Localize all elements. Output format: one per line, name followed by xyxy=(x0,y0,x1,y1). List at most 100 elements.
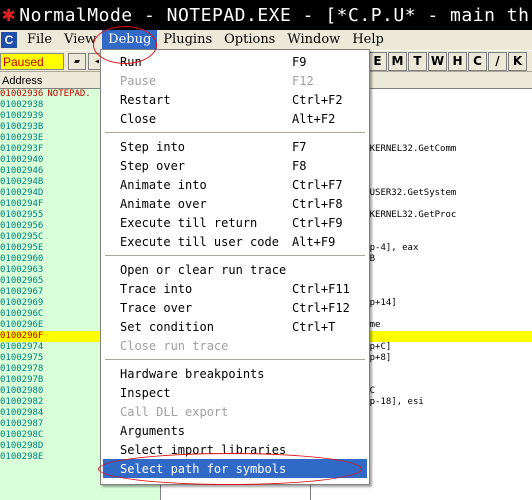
menu-item-step-into[interactable]: Step into F7 xyxy=(103,137,367,156)
menu-item-shortcut: Ctrl+F12 xyxy=(292,300,350,315)
open-file-icon[interactable]: ▰ xyxy=(68,53,86,70)
menu-item-label: Close xyxy=(120,111,157,126)
menu-item-label: Trace over xyxy=(120,300,193,315)
red-annotation-circle-debug xyxy=(93,26,157,64)
cpu-window-icon[interactable]: C xyxy=(1,32,17,48)
menu-item-restart[interactable]: Restart Ctrl+F2 xyxy=(103,90,367,109)
address-text: 01002955 xyxy=(0,210,44,220)
menu-item-arguments[interactable]: Arguments xyxy=(103,421,367,440)
ollydbg-app-icon[interactable]: ✱ xyxy=(2,4,15,26)
menu-item-label: Trace into xyxy=(120,281,193,296)
window-button-slash[interactable]: / xyxy=(488,52,507,71)
menu-file[interactable]: File xyxy=(21,30,58,50)
address-text: 01002960 xyxy=(0,254,44,264)
window-button-m[interactable]: M xyxy=(388,52,407,71)
address-text: 01002987 xyxy=(0,419,44,429)
menu-item-label: Call DLL export xyxy=(120,404,229,419)
address-text: 0100298D xyxy=(0,441,44,451)
menu-item-shortcut: Ctrl+T xyxy=(292,319,336,334)
menu-separator xyxy=(105,359,365,360)
address-text: 0100296C xyxy=(0,309,44,319)
menu-item-execute-till-return[interactable]: Execute till return Ctrl+F9 xyxy=(103,213,367,232)
address-text: 01002982 xyxy=(0,397,44,407)
menu-item-hardware-breakpoints[interactable]: Hardware breakpoints xyxy=(103,364,367,383)
address-text: 01002967 xyxy=(0,287,44,297)
menu-separator xyxy=(105,132,365,133)
menu-item-inspect[interactable]: Inspect xyxy=(103,383,367,402)
window-title: NormalMode - NOTEPAD.EXE - [*C.P.U* - ma… xyxy=(19,4,532,26)
address-text: 01002978 xyxy=(0,364,44,374)
menu-item-label: Execute till return xyxy=(120,215,258,230)
address-text: 01002969 xyxy=(0,298,44,308)
menu-item-open-or-clear-run-trace[interactable]: Open or clear run trace xyxy=(103,260,367,279)
menu-item-shortcut: Ctrl+F7 xyxy=(292,177,343,192)
menu-item-call-dll-export: Call DLL export xyxy=(103,402,367,421)
address-text: 0100297B xyxy=(0,375,44,385)
address-text: 0100294B xyxy=(0,177,44,187)
menu-help[interactable]: Help xyxy=(346,30,390,50)
menu-item-label: Step into xyxy=(120,139,186,154)
window-button-k[interactable]: K xyxy=(508,52,527,71)
address-text: 0100296E xyxy=(0,320,44,330)
address-text: 01002975 xyxy=(0,353,44,363)
menu-item-label: Execute till user code xyxy=(120,234,279,249)
window-button-t[interactable]: T xyxy=(408,52,427,71)
menu-item-shortcut: Ctrl+F11 xyxy=(292,281,350,296)
address-text: 0100293B xyxy=(0,122,44,132)
address-text: 0100295C xyxy=(0,232,44,242)
address-text: 0100293E xyxy=(0,133,44,143)
menu-item-label: Restart xyxy=(120,92,171,107)
menu-window[interactable]: Window xyxy=(281,30,346,50)
address-text: 01002963 xyxy=(0,265,44,275)
debug-menu-dropdown: Run F9 Pause F12 Restart Ctrl+F2 Close Alt+F2 St… xyxy=(100,49,370,485)
window-button-e[interactable]: E xyxy=(368,52,387,71)
menu-item-execute-till-user-code[interactable]: Execute till user code Alt+F9 xyxy=(103,232,367,251)
menu-item-label: Hardware breakpoints xyxy=(120,366,265,381)
menu-item-label: Close run trace xyxy=(120,338,229,353)
menu-options[interactable]: Options xyxy=(218,30,281,50)
window-button-h[interactable]: H xyxy=(448,52,467,71)
menu-item-step-over[interactable]: Step over F8 xyxy=(103,156,367,175)
menu-item-close[interactable]: Close Alt+F2 xyxy=(103,109,367,128)
address-text: 01002940 xyxy=(0,155,44,165)
menu-item-label: Step over xyxy=(120,158,186,173)
menu-item-shortcut: Ctrl+F2 xyxy=(292,92,343,107)
window-button-c[interactable]: C xyxy=(468,52,487,71)
menu-item-trace-into[interactable]: Trace into Ctrl+F11 xyxy=(103,279,367,298)
window-button-w[interactable]: W xyxy=(428,52,447,71)
menu-item-label: Set condition xyxy=(120,319,214,334)
menu-item-animate-over[interactable]: Animate over Ctrl+F8 xyxy=(103,194,367,213)
address-text: 0100294F xyxy=(0,199,44,209)
address-text: 01002974 xyxy=(0,342,44,352)
menu-bar: C File View Debug Plugins Options Window… xyxy=(0,30,532,50)
address-text: 0100293F xyxy=(0,144,44,154)
address-text: 0100294D xyxy=(0,188,44,198)
address-text: 01002980 xyxy=(0,386,44,396)
menu-item-label: Pause xyxy=(120,73,157,88)
red-annotation-circle-symbols xyxy=(98,453,362,485)
address-text: 0100295E xyxy=(0,243,44,253)
address-text: 01002984 xyxy=(0,408,44,418)
menu-item-set-condition[interactable]: Set condition Ctrl+T xyxy=(103,317,367,336)
title-bar: ✱ NormalMode - NOTEPAD.EXE - [*C.P.U* - … xyxy=(0,0,532,30)
address-text: 01002938 xyxy=(0,100,44,110)
menu-item-shortcut: Ctrl+F8 xyxy=(292,196,343,211)
menu-item-label: Open or clear run trace xyxy=(120,262,287,277)
menu-item-label: Inspect xyxy=(120,385,171,400)
module-label: NOTEPAD. xyxy=(47,89,91,99)
menu-plugins[interactable]: Plugins xyxy=(157,30,218,50)
debugger-state-badge: Paused xyxy=(0,53,64,70)
address-text: 01002939 xyxy=(0,111,44,121)
menu-item-shortcut: F7 xyxy=(292,139,307,154)
menu-item-label: Arguments xyxy=(120,423,186,438)
menu-item-shortcut: Ctrl+F9 xyxy=(292,215,343,230)
address-text: 01002965 xyxy=(0,276,44,286)
menu-item-animate-into[interactable]: Animate into Ctrl+F7 xyxy=(103,175,367,194)
menu-item-shortcut: Alt+F9 xyxy=(292,234,336,249)
address-text: 0100296F xyxy=(0,331,44,341)
menu-item-shortcut: Alt+F2 xyxy=(292,111,336,126)
menu-item-trace-over[interactable]: Trace over Ctrl+F12 xyxy=(103,298,367,317)
address-text: 0100298E xyxy=(0,452,44,462)
menu-item-shortcut: F12 xyxy=(292,73,314,88)
menu-item-label: Animate over xyxy=(120,196,207,211)
